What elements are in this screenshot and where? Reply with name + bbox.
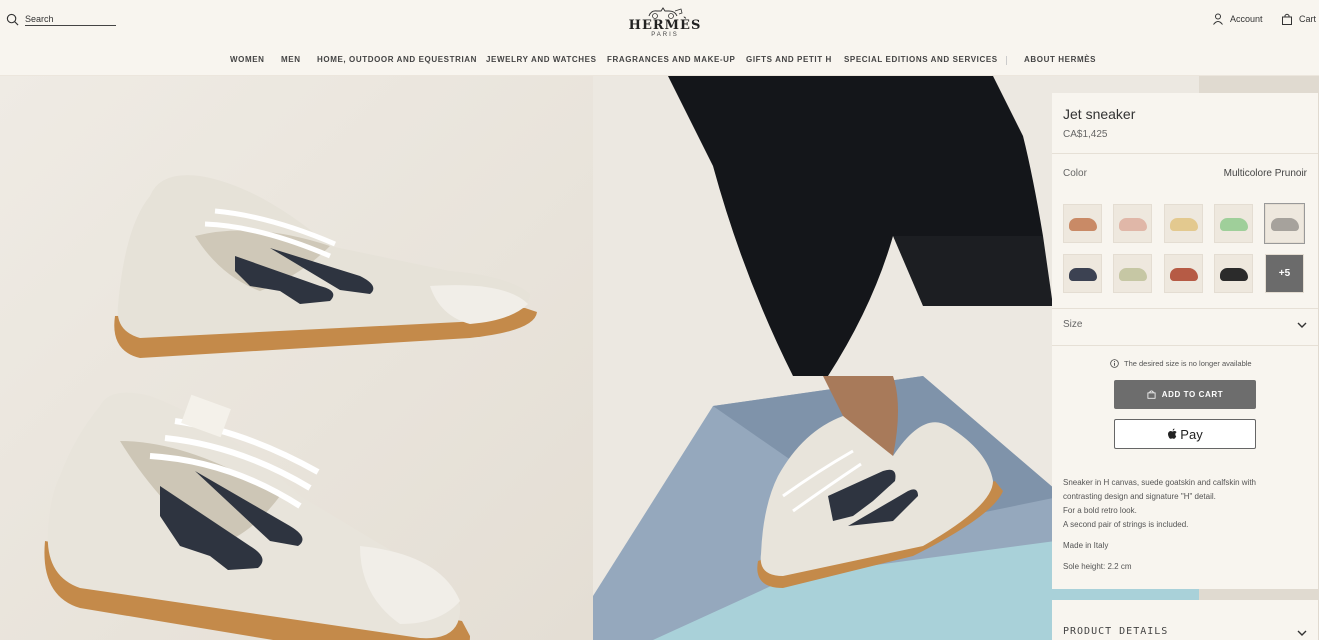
divider [1052, 308, 1318, 309]
carriage-logo-icon [648, 7, 683, 19]
hermes-logo[interactable]: HERMÈS PARIS [620, 5, 710, 38]
cart-link[interactable]: Cart [1281, 13, 1316, 25]
color-swatch-selected[interactable] [1264, 203, 1305, 244]
unavailable-text: The desired size is no longer available [1124, 359, 1252, 368]
swatch-shoe-thumbnail [1119, 268, 1147, 281]
color-swatch[interactable] [1113, 254, 1152, 293]
color-swatch[interactable] [1113, 204, 1152, 243]
user-icon [1213, 13, 1223, 25]
color-value: Multicolore Prunoir [1223, 168, 1307, 179]
more-colors-button[interactable]: +5 [1265, 254, 1304, 293]
chevron-down-icon[interactable] [1296, 319, 1308, 331]
color-swatch[interactable] [1164, 254, 1203, 293]
account-label: Account [1230, 14, 1263, 24]
shopping-bag-icon [1282, 13, 1292, 25]
sole-height-text: Sole height: 2.2 cm [1063, 562, 1132, 571]
nav-item-special-editions[interactable]: SPECIAL EDITIONS AND SERVICES [844, 55, 998, 64]
description-line: Sneaker in H canvas, suede goatskin and … [1063, 478, 1256, 487]
swatch-shoe-thumbnail [1170, 268, 1198, 281]
divider [1052, 345, 1318, 346]
swatch-shoe-thumbnail [1220, 268, 1248, 281]
site-header: Search HERMÈS PARIS Account Cart WOMEN M… [0, 0, 1319, 76]
nav-item-men[interactable]: MEN [281, 55, 301, 64]
add-to-cart-label: ADD TO CART [1161, 390, 1224, 399]
nav-item-women[interactable]: WOMEN [230, 55, 265, 64]
swatch-shoe-thumbnail [1119, 218, 1147, 231]
product-price: CA$1,425 [1063, 129, 1108, 140]
account-link[interactable]: Account [1212, 13, 1263, 25]
nav-divider [1006, 56, 1007, 65]
size-unavailable-notice: The desired size is no longer available [1110, 359, 1252, 368]
apple-pay-button[interactable]: Pay [1114, 419, 1256, 449]
swatch-shoe-thumbnail [1069, 218, 1097, 231]
logo-wordmark: HERMÈS [628, 18, 702, 33]
nav-item-about-hermes[interactable]: ABOUT HERMÈS [1024, 55, 1096, 64]
made-in-text: Made in Italy [1063, 541, 1109, 550]
nav-item-jewelry-watches[interactable]: JEWELRY AND WATCHES [486, 55, 597, 64]
swatch-shoe-thumbnail [1220, 218, 1248, 231]
apple-icon [1168, 428, 1177, 439]
description-line: A second pair of strings is included. [1063, 520, 1189, 529]
product-image-pair[interactable] [0, 76, 593, 640]
sneaker-pair-illustration [0, 76, 593, 640]
product-description: Sneaker in H canvas, suede goatskin and … [1063, 476, 1309, 532]
search-icon [6, 13, 19, 26]
product-info-panel: Jet sneaker CA$1,425 Color Multicolore P… [1052, 93, 1318, 589]
divider [1052, 153, 1318, 154]
search-bar[interactable]: Search [6, 13, 116, 26]
color-swatch[interactable] [1214, 204, 1253, 243]
swatch-shoe-thumbnail [1271, 218, 1299, 231]
product-title: Jet sneaker [1063, 106, 1136, 122]
cart-label: Cart [1299, 14, 1317, 24]
nav-item-gifts-petit-h[interactable]: GIFTS AND PETIT H [746, 55, 832, 64]
color-swatch[interactable] [1063, 204, 1102, 243]
product-details-accordion[interactable]: PRODUCT DETAILS [1052, 600, 1318, 640]
nav-item-home-outdoor-equestrian[interactable]: HOME, OUTDOOR AND EQUESTRIAN [317, 55, 477, 64]
size-label[interactable]: Size [1063, 319, 1082, 330]
description-line: For a bold retro look. [1063, 506, 1137, 515]
swatch-shoe-thumbnail [1069, 268, 1097, 281]
shopping-bag-icon [1147, 390, 1156, 399]
main-navigation: WOMEN MEN HOME, OUTDOOR AND EQUESTRIAN J… [0, 55, 1319, 67]
search-input[interactable]: Search [25, 14, 116, 26]
nav-item-fragrances-makeup[interactable]: FRAGRANCES AND MAKE-UP [607, 55, 735, 64]
chevron-down-icon[interactable] [1296, 627, 1308, 639]
description-line: contrasting design and signature "H" det… [1063, 492, 1216, 501]
add-to-cart-button[interactable]: ADD TO CART [1114, 380, 1256, 409]
color-swatch[interactable] [1063, 254, 1102, 293]
color-label: Color [1063, 168, 1087, 179]
swatch-shoe-thumbnail [1170, 218, 1198, 231]
product-details-label: PRODUCT DETAILS [1063, 626, 1169, 637]
color-swatch[interactable] [1214, 254, 1253, 293]
apple-pay-label: Pay [1180, 426, 1203, 442]
info-icon [1110, 359, 1119, 368]
color-swatch[interactable] [1164, 204, 1203, 243]
